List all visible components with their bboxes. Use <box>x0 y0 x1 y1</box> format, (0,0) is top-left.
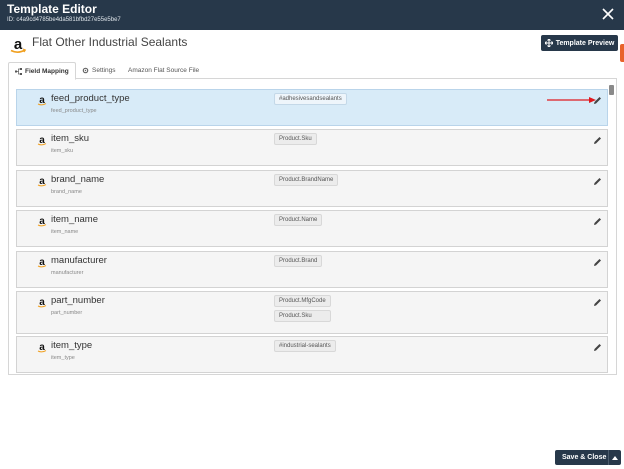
field-id: feed_product_type <box>51 108 97 114</box>
field-id: manufacturer <box>51 270 84 276</box>
save-and-close-button[interactable]: Save & Close <box>555 450 621 465</box>
field-name: feed_product_type <box>51 93 130 104</box>
sitemap-icon <box>15 67 22 75</box>
pencil-icon[interactable] <box>593 343 602 352</box>
page-title: Flat Other Industrial Sealants <box>32 35 188 49</box>
tab-settings[interactable]: Settings <box>76 62 122 79</box>
amazon-logo-icon: a <box>37 216 47 227</box>
field-row[interactable]: a part_number part_number Product.MfgCod… <box>16 291 608 334</box>
gear-icon <box>82 67 89 74</box>
amazon-logo-icon: a <box>37 135 47 146</box>
amazon-logo-icon: a <box>37 176 47 187</box>
pencil-icon[interactable] <box>593 298 602 307</box>
tab-label: Field Mapping <box>25 67 69 75</box>
tab-label: Amazon Flat Source File <box>128 67 200 74</box>
mapping-chip[interactable]: Product.BrandName <box>274 174 339 186</box>
template-preview-label: Template Preview <box>555 39 615 47</box>
mapping-chip[interactable]: Product.Sku <box>274 310 331 322</box>
window-title: Template Editor <box>7 2 97 16</box>
tab-amazon-flat-source-file[interactable]: Amazon Flat Source File <box>122 62 205 79</box>
tab-field-mapping[interactable]: Field Mapping <box>8 62 76 80</box>
field-row[interactable]: a item_name item_name Product.Name <box>16 210 608 247</box>
tab-label: Settings <box>92 67 116 74</box>
mapping-chip[interactable]: Product.Name <box>274 214 323 226</box>
field-name: item_name <box>51 214 98 225</box>
mapping-chip[interactable]: #industrial-sealants <box>274 340 336 352</box>
field-row[interactable]: a item_sku item_sku Product.Sku <box>16 129 608 166</box>
field-name: item_sku <box>51 133 90 144</box>
field-name: brand_name <box>51 174 105 185</box>
side-tab-marker[interactable] <box>620 44 624 62</box>
mapping-chip[interactable]: Product.Brand <box>274 255 323 267</box>
pencil-icon[interactable] <box>593 177 602 186</box>
save-and-close-label: Save & Close <box>562 454 607 461</box>
field-mapping-panel: a feed_product_type feed_product_type #a… <box>8 79 617 375</box>
scrollbar[interactable] <box>609 83 614 371</box>
field-row[interactable]: a item_type item_type #industrial-sealan… <box>16 336 608 373</box>
pencil-icon[interactable] <box>593 136 602 145</box>
amazon-logo-icon: a <box>37 342 47 353</box>
mapping-chip[interactable]: Product.MfgCode <box>274 295 331 307</box>
field-row[interactable]: a manufacturer manufacturer Product.Bran… <box>16 251 608 288</box>
close-icon[interactable] <box>600 6 616 22</box>
field-id: part_number <box>51 310 83 316</box>
field-id: item_type <box>51 355 75 361</box>
template-id: ID: c4a9cd4785be4da581bfbd27e55e5be7 <box>7 17 121 23</box>
caret-up-icon[interactable] <box>608 450 621 465</box>
field-row[interactable]: a feed_product_type feed_product_type #a… <box>16 89 608 126</box>
pencil-icon[interactable] <box>593 96 602 105</box>
red-arrow-annotation <box>547 97 596 103</box>
svg-text:a: a <box>14 36 23 53</box>
amazon-logo-icon: a <box>37 257 47 268</box>
template-preview-button[interactable]: Template Preview <box>541 35 618 51</box>
scrollbar-thumb[interactable] <box>609 85 614 95</box>
move-icon <box>544 39 553 47</box>
pencil-icon[interactable] <box>593 258 602 267</box>
field-id: brand_name <box>51 189 82 195</box>
field-id: item_name <box>51 229 79 235</box>
mapping-chip[interactable]: #adhesivesandsealants <box>274 93 347 105</box>
field-name: item_type <box>51 340 93 351</box>
field-name: part_number <box>51 295 105 306</box>
title-bar: Template Editor ID: c4a9cd4785be4da581bf… <box>0 0 624 30</box>
pencil-icon[interactable] <box>593 217 602 226</box>
tab-bar: Field Mapping Settings Amazon Flat Sourc… <box>8 62 617 80</box>
amazon-logo-icon: a <box>37 95 47 106</box>
field-name: manufacturer <box>51 255 107 266</box>
field-row[interactable]: a brand_name brand_name Product.BrandNam… <box>16 170 608 207</box>
amazon-logo-icon: a <box>37 297 47 308</box>
field-id: item_sku <box>51 148 74 154</box>
mapping-chip[interactable]: Product.Sku <box>274 133 317 145</box>
amazon-logo-icon: a <box>10 36 27 53</box>
